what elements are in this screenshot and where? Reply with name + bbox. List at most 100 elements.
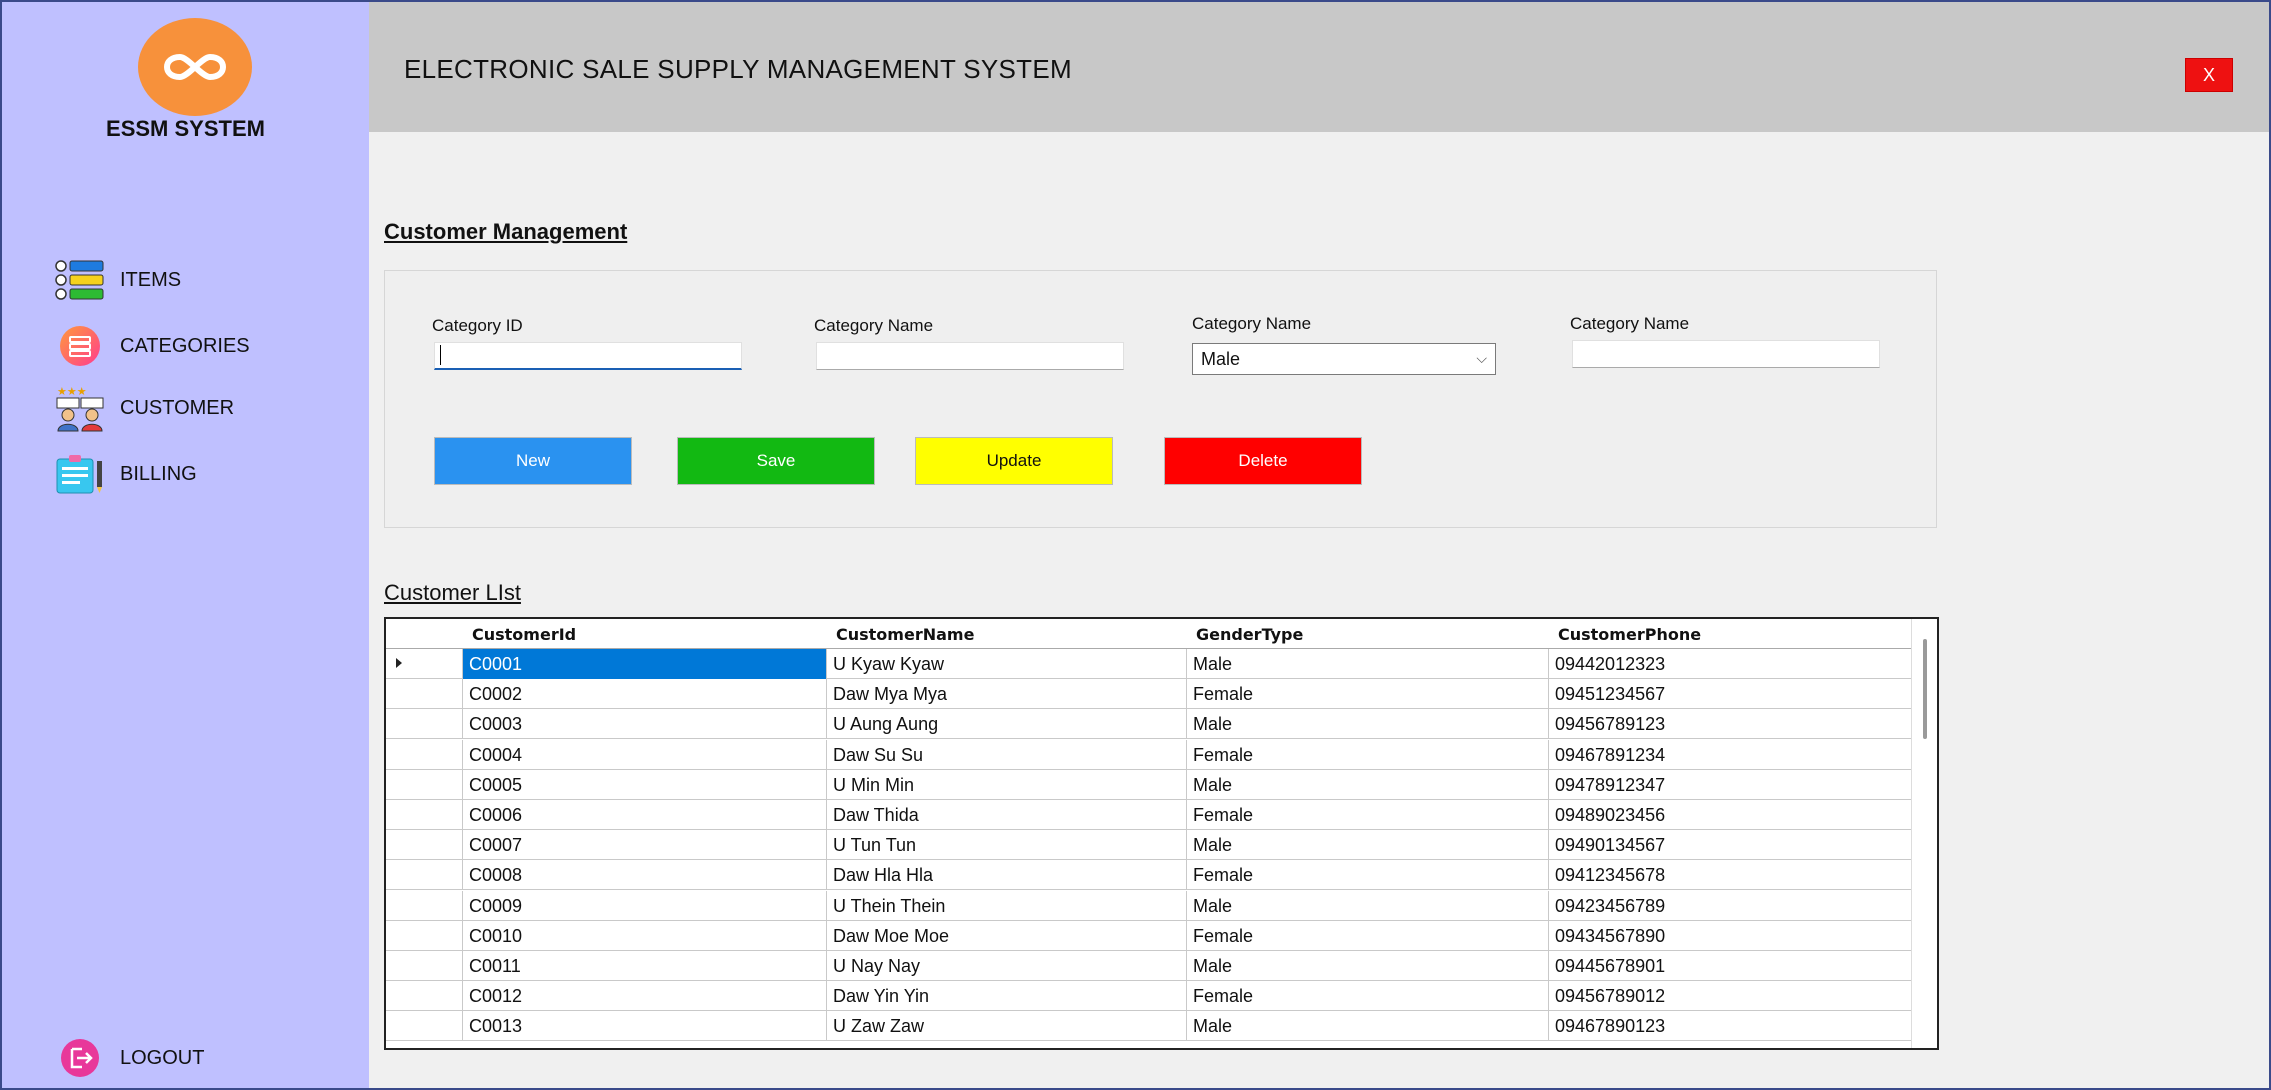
table-row[interactable]: C0011 U Nay Nay Male 09445678901 <box>386 951 1911 981</box>
cell-phone[interactable]: 09451234567 <box>1548 679 1911 710</box>
cell-customer-id[interactable]: C0012 <box>462 981 826 1012</box>
logout-button[interactable]: LOGOUT <box>54 1032 204 1084</box>
cell-customer-id[interactable]: C0001 <box>462 649 826 679</box>
cell-customer-id[interactable]: C0004 <box>462 739 826 770</box>
table-row[interactable]: C0012 Daw Yin Yin Female 09456789012 <box>386 981 1911 1012</box>
save-button[interactable]: Save <box>677 437 875 485</box>
table-row[interactable]: C0001 U Kyaw Kyaw Male 09442012323 <box>386 649 1911 679</box>
row-header[interactable] <box>386 1011 462 1041</box>
cell-gender[interactable]: Female <box>1186 860 1548 891</box>
cell-customer-name[interactable]: U Thein Thein <box>826 890 1186 921</box>
cell-gender[interactable]: Female <box>1186 679 1548 710</box>
cell-customer-name[interactable]: U Kyaw Kyaw <box>826 649 1186 679</box>
customer-icon: ★★★ <box>54 382 106 434</box>
cell-customer-id[interactable]: C0011 <box>462 951 826 981</box>
table-row[interactable]: C0007 U Tun Tun Male 09490134567 <box>386 830 1911 861</box>
row-header[interactable] <box>386 800 462 830</box>
new-button[interactable]: New <box>434 437 632 485</box>
cell-gender[interactable]: Male <box>1186 1011 1548 1042</box>
cell-customer-id[interactable]: C0002 <box>462 679 826 710</box>
cell-gender[interactable]: Male <box>1186 769 1548 800</box>
table-row[interactable]: C0008 Daw Hla Hla Female 09412345678 <box>386 860 1911 891</box>
table-row[interactable]: C0013 U Zaw Zaw Male 09467890123 <box>386 1011 1911 1042</box>
cell-customer-id[interactable]: C0006 <box>462 800 826 830</box>
sidebar-item-categories[interactable]: CATEGORIES <box>54 320 250 372</box>
cell-gender[interactable]: Male <box>1186 709 1548 740</box>
table-row[interactable]: C0009 U Thein Thein Male 09423456789 <box>386 890 1911 921</box>
category-id-input[interactable] <box>434 342 742 370</box>
table-row[interactable]: C0002 Daw Mya Mya Female 09451234567 <box>386 679 1911 710</box>
cell-phone[interactable]: 09456789123 <box>1548 709 1911 740</box>
cell-gender[interactable]: Female <box>1186 800 1548 830</box>
column-header-gender[interactable]: GenderType <box>1196 625 1303 644</box>
cell-gender[interactable]: Male <box>1186 649 1548 679</box>
table-row[interactable]: C0006 Daw Thida Female 09489023456 <box>386 800 1911 830</box>
cell-customer-id[interactable]: C0008 <box>462 860 826 891</box>
sidebar-item-billing[interactable]: BILLING <box>54 448 197 500</box>
delete-button[interactable]: Delete <box>1164 437 1362 485</box>
cell-customer-name[interactable]: U Zaw Zaw <box>826 1011 1186 1042</box>
cell-customer-name[interactable]: Daw Mya Mya <box>826 679 1186 710</box>
row-header[interactable] <box>386 770 462 800</box>
cell-gender[interactable]: Female <box>1186 739 1548 770</box>
sidebar-item-items[interactable]: ITEMS <box>54 254 181 306</box>
cell-customer-name[interactable]: U Tun Tun <box>826 830 1186 861</box>
row-header[interactable] <box>386 951 462 981</box>
row-header[interactable] <box>386 981 462 1011</box>
row-header[interactable] <box>386 921 462 951</box>
scroll-thumb[interactable] <box>1923 639 1927 739</box>
table-row[interactable]: C0010 Daw Moe Moe Female 09434567890 <box>386 920 1911 951</box>
cell-customer-name[interactable]: U Min Min <box>826 769 1186 800</box>
cell-phone[interactable]: 09467890123 <box>1548 1011 1911 1042</box>
table-row[interactable]: C0004 Daw Su Su Female 09467891234 <box>386 739 1911 770</box>
cell-phone[interactable]: 09442012323 <box>1548 649 1911 679</box>
row-header[interactable] <box>386 860 462 890</box>
cell-customer-id[interactable]: C0007 <box>462 830 826 861</box>
cell-customer-name[interactable]: Daw Yin Yin <box>826 981 1186 1012</box>
cell-phone[interactable]: 09434567890 <box>1548 920 1911 951</box>
cell-gender[interactable]: Female <box>1186 920 1548 951</box>
cell-gender[interactable]: Male <box>1186 890 1548 921</box>
cell-phone[interactable]: 09412345678 <box>1548 860 1911 891</box>
phone-input[interactable] <box>1572 340 1880 368</box>
vertical-scrollbar[interactable] <box>1911 619 1937 1048</box>
cell-customer-name[interactable]: Daw Moe Moe <box>826 920 1186 951</box>
cell-customer-id[interactable]: C0010 <box>462 920 826 951</box>
row-header[interactable] <box>386 830 462 860</box>
cell-gender[interactable]: Male <box>1186 951 1548 981</box>
cell-customer-name[interactable]: Daw Hla Hla <box>826 860 1186 891</box>
cell-phone[interactable]: 09467891234 <box>1548 739 1911 770</box>
cell-customer-name[interactable]: Daw Thida <box>826 800 1186 830</box>
row-header[interactable] <box>386 740 462 770</box>
cell-customer-id[interactable]: C0013 <box>462 1011 826 1042</box>
table-row[interactable]: C0005 U Min Min Male 09478912347 <box>386 769 1911 800</box>
row-header[interactable] <box>386 679 462 709</box>
update-button[interactable]: Update <box>915 437 1113 485</box>
cell-gender[interactable]: Female <box>1186 981 1548 1012</box>
cell-customer-id[interactable]: C0005 <box>462 769 826 800</box>
category-name-input[interactable] <box>816 342 1124 370</box>
cell-customer-id[interactable]: C0009 <box>462 890 826 921</box>
column-header-id[interactable]: CustomerId <box>472 625 576 644</box>
row-header[interactable] <box>386 891 462 921</box>
gender-select[interactable]: Male ⌵ <box>1192 343 1496 375</box>
customer-grid[interactable]: CustomerId CustomerName GenderType Custo… <box>384 617 1939 1050</box>
cell-customer-name[interactable]: U Nay Nay <box>826 951 1186 981</box>
cell-customer-id[interactable]: C0003 <box>462 709 826 740</box>
row-header[interactable] <box>386 649 462 679</box>
column-header-phone[interactable]: CustomerPhone <box>1558 625 1701 644</box>
column-header-name[interactable]: CustomerName <box>836 625 974 644</box>
close-button[interactable]: X <box>2185 58 2233 92</box>
cell-phone[interactable]: 09423456789 <box>1548 890 1911 921</box>
sidebar-item-customer[interactable]: ★★★ CUSTOMER <box>54 382 234 434</box>
cell-customer-name[interactable]: Daw Su Su <box>826 739 1186 770</box>
cell-phone[interactable]: 09489023456 <box>1548 800 1911 830</box>
cell-customer-name[interactable]: U Aung Aung <box>826 709 1186 740</box>
cell-phone[interactable]: 09478912347 <box>1548 769 1911 800</box>
cell-phone[interactable]: 09456789012 <box>1548 981 1911 1012</box>
row-header[interactable] <box>386 709 462 739</box>
cell-phone[interactable]: 09445678901 <box>1548 951 1911 981</box>
table-row[interactable]: C0003 U Aung Aung Male 09456789123 <box>386 709 1911 740</box>
cell-phone[interactable]: 09490134567 <box>1548 830 1911 861</box>
cell-gender[interactable]: Male <box>1186 830 1548 861</box>
